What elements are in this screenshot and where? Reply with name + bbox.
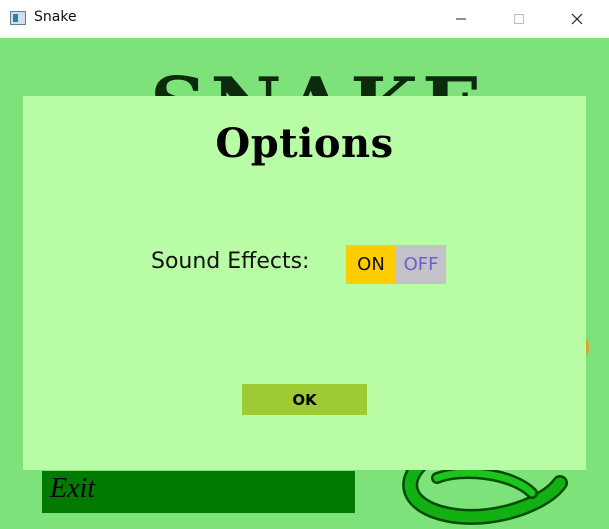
dialog-title: Options [215, 120, 394, 167]
app-window-icon [10, 11, 26, 25]
sound-effects-toggle: ON OFF [346, 245, 446, 284]
close-icon [571, 13, 583, 25]
window-title: Snake [34, 9, 77, 25]
exit-menu-button[interactable]: Exit [42, 471, 355, 513]
sound-effects-label: Sound Effects: [151, 249, 310, 274]
maximize-icon [514, 14, 524, 24]
sound-on-button[interactable]: ON [346, 245, 396, 284]
close-button[interactable] [554, 0, 600, 38]
options-dialog: Options Sound Effects: ON OFF OK [23, 96, 586, 470]
game-canvas: SNAKE Exit Options Sound Effects: ON OFF… [0, 38, 609, 529]
window-titlebar: Snake [0, 0, 609, 39]
maximize-button[interactable] [496, 0, 542, 38]
exit-label: Exit [50, 473, 96, 504]
ok-button[interactable]: OK [242, 384, 367, 415]
minimize-icon [456, 18, 466, 20]
sound-off-button[interactable]: OFF [396, 245, 446, 284]
minimize-button[interactable] [438, 0, 484, 38]
